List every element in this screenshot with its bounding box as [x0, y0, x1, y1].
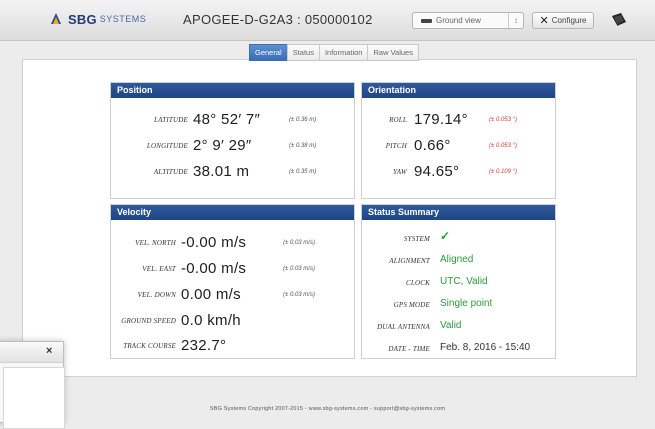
- logo-subtext: SYSTEMS: [99, 14, 147, 24]
- gps-mode-value: Single point: [440, 298, 493, 309]
- pitch-value: 0.66°: [414, 137, 451, 154]
- altitude-accuracy: (± 0.35 m): [289, 169, 317, 175]
- altitude-label: Altitude: [153, 168, 188, 176]
- roll-value: 179.14°: [414, 111, 468, 128]
- tools-icon: ✕: [539, 15, 549, 27]
- date-time-label: Date - Time: [388, 345, 430, 353]
- close-icon[interactable]: ×: [46, 345, 52, 357]
- dialog-content: [3, 367, 65, 429]
- velocity-panel-title: Velocity: [111, 205, 354, 220]
- orientation-row-roll: Roll 179.14° (± 0.053 °): [362, 108, 555, 130]
- tab-information[interactable]: Information: [318, 44, 369, 61]
- position-row-altitude: Altitude 38.01 m (± 0.35 m): [111, 160, 354, 182]
- roll-accuracy: (± 0.053 °): [489, 117, 518, 123]
- view-select-value: Ground view: [436, 16, 481, 25]
- view-select[interactable]: Ground view ↕: [412, 12, 524, 29]
- longitude-label: Longitude: [146, 142, 188, 150]
- updown-arrows-icon: ↕: [508, 13, 523, 28]
- tab-bar: General Status Information Raw Values: [249, 44, 419, 61]
- status-summary-panel-title: Status Summary: [362, 205, 555, 220]
- latitude-accuracy: (± 0.36 m): [289, 117, 317, 123]
- status-row-dual-antenna: Dual Antenna Valid: [362, 315, 555, 337]
- system-label: System: [403, 235, 430, 243]
- tab-raw-values[interactable]: Raw Values: [367, 44, 419, 61]
- vel-north-value: -0.00 m/s: [181, 234, 247, 251]
- orientation-row-pitch: Pitch 0.66° (± 0.053 °): [362, 134, 555, 156]
- position-panel-title: Position: [111, 83, 354, 98]
- system-check-icon: ✓: [440, 229, 451, 243]
- status-summary-panel: Status Summary System ✓ Alignment Aligne…: [361, 204, 556, 359]
- alignment-value: Aligned: [440, 254, 474, 265]
- pitch-accuracy: (± 0.053 °): [489, 143, 518, 149]
- track-course-value: 232.7°: [181, 337, 227, 354]
- configure-button[interactable]: ✕ Configure: [532, 12, 594, 29]
- latitude-label: Latitude: [153, 116, 188, 124]
- ground-speed-value: 0.0 km/h: [181, 312, 241, 329]
- status-row-gps-mode: GPS Mode Single point: [362, 293, 555, 315]
- velocity-row-east: Vel. East -0.00 m/s (± 0.03 m/s): [111, 257, 354, 279]
- book-icon[interactable]: [610, 11, 628, 29]
- pitch-label: Pitch: [385, 142, 407, 150]
- vel-east-value: -0.00 m/s: [181, 260, 247, 277]
- orientation-row-yaw: Yaw 94.65° (± 0.109 °): [362, 160, 555, 182]
- sbg-logo-icon: [51, 13, 61, 24]
- tab-status[interactable]: Status: [286, 44, 320, 61]
- velocity-row-ground-speed: Ground Speed 0.0 km/h: [111, 309, 354, 331]
- vel-north-label: Vel. North: [135, 239, 176, 247]
- yaw-label: Yaw: [393, 168, 407, 176]
- track-course-label: Track Course: [123, 342, 176, 350]
- vel-east-label: Vel. East: [142, 265, 176, 273]
- configure-label: Configure: [551, 16, 587, 25]
- clock-value: UTC, Valid: [440, 276, 488, 287]
- roll-label: Roll: [389, 116, 407, 124]
- longitude-accuracy: (± 0.38 m): [289, 143, 317, 149]
- clock-label: Clock: [406, 279, 430, 287]
- sbg-logo: SBG SYSTEMS: [48, 11, 146, 27]
- velocity-row-north: Vel. North -0.00 m/s (± 0.03 m/s): [111, 231, 354, 253]
- vehicle-icon: [421, 18, 432, 23]
- velocity-panel: Velocity Vel. North -0.00 m/s (± 0.03 m/…: [110, 204, 355, 359]
- position-panel: Position Latitude 48° 52′ 7″ (± 0.36 m) …: [110, 82, 355, 199]
- dialog-titlebar: [0, 342, 63, 363]
- status-row-date-time: Date - Time Feb. 8, 2016 - 15:40: [362, 337, 555, 359]
- status-row-system: System ✓: [362, 227, 555, 249]
- vel-down-label: Vel. Down: [137, 291, 176, 299]
- position-row-longitude: Longitude 2° 9′ 29″ (± 0.38 m): [111, 134, 354, 156]
- status-row-alignment: Alignment Aligned: [362, 249, 555, 271]
- velocity-row-down: Vel. Down 0.00 m/s (± 0.03 m/s): [111, 283, 354, 305]
- device-title: APOGEE-D-G2A3 : 050000102: [183, 12, 373, 27]
- position-row-latitude: Latitude 48° 52′ 7″ (± 0.36 m): [111, 108, 354, 130]
- latitude-value: 48° 52′ 7″: [193, 111, 261, 128]
- top-bar: SBG SYSTEMS APOGEE-D-G2A3 : 050000102 Gr…: [0, 0, 655, 41]
- ground-speed-label: Ground Speed: [121, 317, 176, 325]
- orientation-panel: Orientation Roll 179.14° (± 0.053 °) Pit…: [361, 82, 556, 199]
- gps-mode-label: GPS Mode: [393, 301, 430, 309]
- footer-copyright: SBG Systems Copyright 2007-2015 - www.sb…: [209, 406, 446, 412]
- vel-down-accuracy: (± 0.03 m/s): [283, 292, 315, 298]
- date-time-value: Feb. 8, 2016 - 15:40: [440, 342, 531, 353]
- yaw-accuracy: (± 0.109 °): [489, 169, 518, 175]
- status-row-clock: Clock UTC, Valid: [362, 271, 555, 293]
- vel-east-accuracy: (± 0.03 m/s): [283, 266, 315, 272]
- longitude-value: 2° 9′ 29″: [193, 137, 252, 154]
- orientation-panel-title: Orientation: [362, 83, 555, 98]
- logo-text: SBG: [68, 11, 97, 27]
- yaw-value: 94.65°: [414, 163, 460, 180]
- velocity-row-track-course: Track Course 232.7°: [111, 334, 354, 356]
- tab-general[interactable]: General: [249, 44, 288, 61]
- dual-antenna-label: Dual Antenna: [377, 323, 430, 331]
- vel-north-accuracy: (± 0.03 m/s): [283, 240, 315, 246]
- vel-down-value: 0.00 m/s: [181, 286, 241, 303]
- alignment-label: Alignment: [389, 257, 430, 265]
- dual-antenna-value: Valid: [440, 320, 462, 331]
- altitude-value: 38.01 m: [193, 163, 250, 180]
